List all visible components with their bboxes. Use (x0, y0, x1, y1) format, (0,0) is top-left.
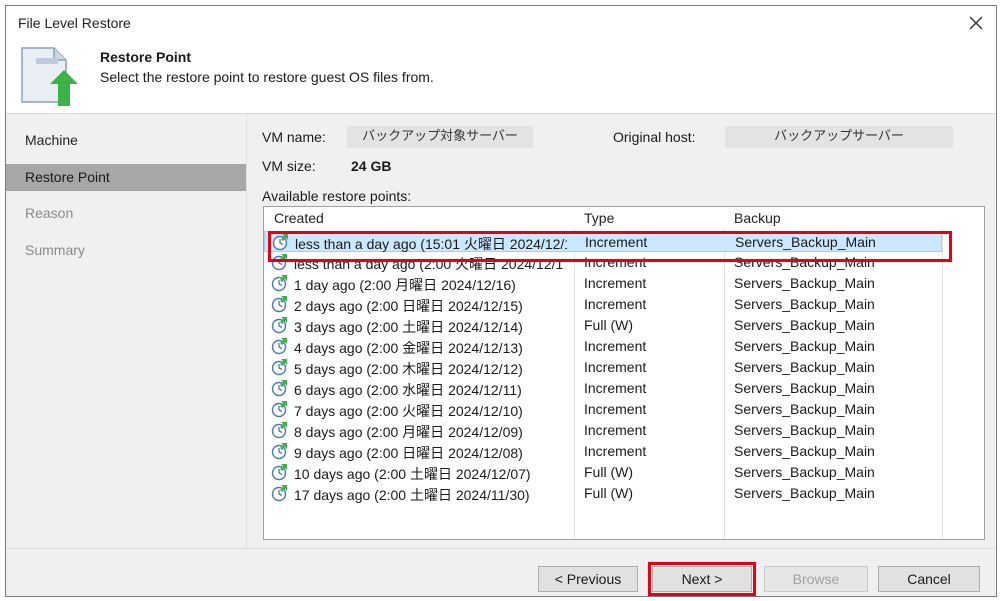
wizard-header: Restore Point Select the restore point t… (6, 40, 996, 114)
restore-point-clock-icon (270, 295, 288, 313)
table-header: Created Type Backup (264, 207, 984, 229)
cell-backup: Servers_Backup_Main (734, 338, 875, 354)
restore-point-clock-icon (270, 463, 288, 481)
cell-backup: Servers_Backup_Main (734, 443, 875, 459)
cell-created: 3 days ago (2:00 土曜日 2024/12/14) (294, 319, 523, 335)
step-restore-point[interactable]: Restore Point (6, 164, 246, 191)
cell-type: Full (W) (584, 485, 633, 501)
table-row[interactable]: 2 days ago (2:00 日曜日 2024/12/15) Incremen… (264, 294, 942, 315)
cell-created: 4 days ago (2:00 金曜日 2024/12/13) (294, 340, 523, 356)
original-host-label: Original host: (613, 129, 696, 145)
table-row[interactable]: 6 days ago (2:00 水曜日 2024/12/11) Incremen… (264, 378, 942, 399)
highlight-selected-row (268, 231, 952, 262)
table-row[interactable]: 17 days ago (2:00 土曜日 2024/11/30) Full (W… (264, 483, 942, 504)
table-row[interactable]: 5 days ago (2:00 木曜日 2024/12/12) Incremen… (264, 357, 942, 378)
table-row[interactable]: 3 days ago (2:00 土曜日 2024/12/14) Full (W)… (264, 315, 942, 336)
cell-backup: Servers_Backup_Main (734, 380, 875, 396)
step-summary: Summary (25, 242, 85, 258)
table-row[interactable]: 8 days ago (2:00 月曜日 2024/12/09) Incremen… (264, 420, 942, 441)
cell-backup: Servers_Backup_Main (734, 422, 875, 438)
close-button[interactable] (962, 10, 990, 36)
cell-type: Full (W) (584, 317, 633, 333)
file-level-restore-dialog: File Level Restore Restore Point Select … (5, 5, 997, 597)
vm-name-value: バックアップ対象サーバー (347, 126, 533, 148)
table-row[interactable]: 9 days ago (2:00 日曜日 2024/12/08) Incremen… (264, 441, 942, 462)
restore-point-clock-icon (270, 484, 288, 502)
restore-point-clock-icon (270, 421, 288, 439)
cell-backup: Servers_Backup_Main (734, 485, 875, 501)
restore-point-clock-icon (270, 274, 288, 292)
cell-created: 9 days ago (2:00 日曜日 2024/12/08) (294, 445, 523, 461)
close-icon (969, 16, 983, 30)
vm-name-label: VM name: (262, 129, 326, 145)
header-title: Restore Point (100, 49, 192, 65)
table-row[interactable]: 10 days ago (2:00 土曜日 2024/12/07) Full (W… (264, 462, 942, 483)
restore-point-clock-icon (270, 400, 288, 418)
cell-type: Increment (584, 338, 647, 354)
cell-created: 10 days ago (2:00 土曜日 2024/12/07) (294, 466, 531, 482)
window-title: File Level Restore (18, 15, 131, 31)
cell-type: Increment (584, 380, 647, 396)
step-reason: Reason (25, 205, 74, 221)
table-row[interactable]: 1 day ago (2:00 月曜日 2024/12/16) Increment… (264, 273, 942, 294)
cell-backup: Servers_Backup_Main (734, 275, 875, 291)
restore-point-panel: VM name: バックアップ対象サーバー Original host: バック… (246, 114, 996, 548)
cell-created: 7 days ago (2:00 火曜日 2024/12/10) (294, 403, 523, 419)
restore-point-clock-icon (270, 358, 288, 376)
cell-type: Increment (584, 422, 647, 438)
cell-type: Increment (584, 443, 647, 459)
wizard-footer: < Previous Next > Browse Cancel (6, 548, 996, 596)
restore-point-clock-icon (270, 337, 288, 355)
cancel-button[interactable]: Cancel (878, 566, 980, 592)
cell-backup: Servers_Backup_Main (734, 359, 875, 375)
step-machine[interactable]: Machine (6, 127, 246, 154)
wizard-steps: Machine Restore Point Reason Summary (6, 114, 246, 548)
previous-button[interactable]: < Previous (538, 566, 638, 592)
cell-created: 6 days ago (2:00 水曜日 2024/12/11) (294, 382, 522, 398)
browse-button: Browse (764, 566, 868, 592)
vm-size-value: 24 GB (351, 158, 392, 174)
cell-type: Increment (584, 296, 647, 312)
available-restore-points-label: Available restore points: (262, 188, 412, 204)
column-header-type[interactable]: Type (584, 210, 614, 226)
cell-created: 5 days ago (2:00 木曜日 2024/12/12) (294, 361, 523, 377)
cell-created: 8 days ago (2:00 月曜日 2024/12/09) (294, 424, 523, 440)
cell-backup: Servers_Backup_Main (734, 317, 875, 333)
cell-type: Increment (584, 401, 647, 417)
cell-backup: Servers_Backup_Main (734, 296, 875, 312)
restore-point-clock-icon (270, 316, 288, 334)
cell-type: Increment (584, 359, 647, 375)
cell-type: Increment (584, 275, 647, 291)
restore-point-clock-icon (270, 379, 288, 397)
original-host-value: バックアップサーバー (725, 126, 953, 148)
title-bar: File Level Restore (6, 6, 996, 40)
table-row[interactable]: 7 days ago (2:00 火曜日 2024/12/10) Incremen… (264, 399, 942, 420)
document-restore-icon (21, 47, 78, 106)
cell-backup: Servers_Backup_Main (734, 464, 875, 480)
restore-point-clock-icon (270, 442, 288, 460)
highlight-next-button (648, 562, 756, 596)
cell-created: 1 day ago (2:00 月曜日 2024/12/16) (294, 277, 516, 293)
column-header-created[interactable]: Created (274, 210, 324, 226)
table-row[interactable]: 4 days ago (2:00 金曜日 2024/12/13) Incremen… (264, 336, 942, 357)
header-subtitle: Select the restore point to restore gues… (100, 69, 434, 85)
vm-size-label: VM size: (262, 158, 316, 174)
cell-type: Full (W) (584, 464, 633, 480)
column-header-backup[interactable]: Backup (734, 210, 781, 226)
cell-created: 17 days ago (2:00 土曜日 2024/11/30) (294, 487, 530, 503)
cell-created: 2 days ago (2:00 日曜日 2024/12/15) (294, 298, 523, 314)
cell-backup: Servers_Backup_Main (734, 401, 875, 417)
